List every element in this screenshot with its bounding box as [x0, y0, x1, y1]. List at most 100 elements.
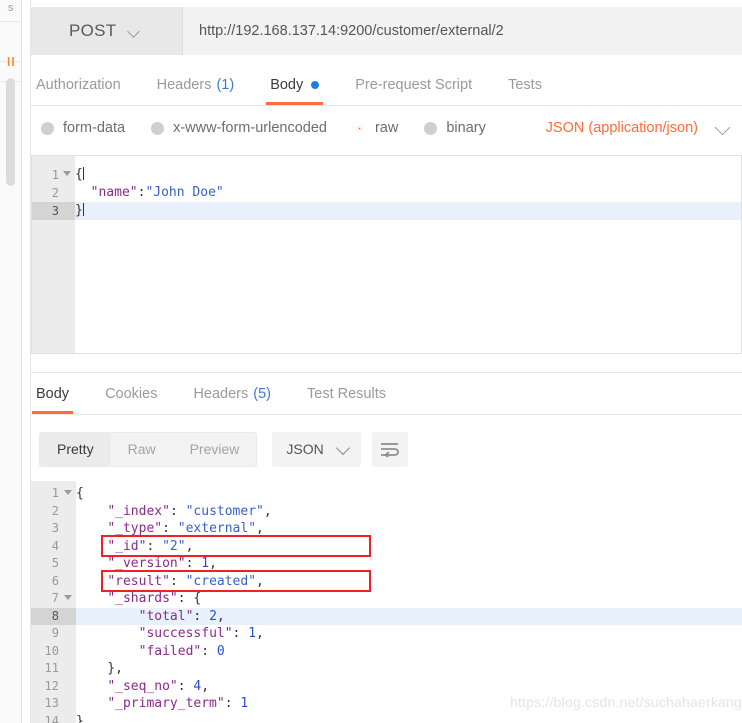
code-line[interactable]: "_shards": {: [76, 590, 742, 608]
tab-label: Pre-request Script: [355, 77, 473, 93]
method-selector[interactable]: POST: [31, 7, 183, 55]
text-cursor: [82, 167, 84, 180]
request-tabs: Authorization Headers (1) Body Pre-request S…: [31, 66, 742, 106]
code-token: },: [76, 661, 123, 676]
sidebar-divider: [22, 0, 31, 723]
code-line[interactable]: {: [75, 166, 741, 184]
code-token: :: [162, 521, 178, 536]
sidebar-fragment-top: s: [8, 2, 14, 14]
code-line[interactable]: "failed": 0: [76, 643, 742, 661]
unsaved-indicator-icon: [311, 81, 320, 89]
body-type-form-data[interactable]: form-data: [41, 120, 125, 136]
code-token: :: [232, 626, 249, 641]
url-input[interactable]: http://192.168.137.14:9200/customer/exte…: [183, 7, 742, 55]
request-tab-pre-request-script[interactable]: Pre-request Script: [355, 65, 472, 105]
code-token: 1: [201, 556, 210, 571]
body-type-x-www-form-urlencoded[interactable]: x-www-form-urlencoded: [151, 120, 327, 136]
request-tab-headers[interactable]: Headers (1): [157, 65, 235, 105]
url-bar: POST http://192.168.137.14:9200/customer…: [31, 7, 742, 55]
line-number: 1: [31, 485, 76, 503]
code-token: "John Doe": [145, 185, 224, 200]
code-token: "result": [107, 573, 170, 589]
code-token: "created": [185, 573, 257, 589]
code-line[interactable]: "name":"John Doe": [75, 184, 741, 202]
request-tab-tests[interactable]: Tests: [508, 65, 542, 105]
tab-label: Cookies: [105, 386, 158, 402]
line-number: 14: [44, 713, 59, 723]
tab-count: (1): [216, 77, 235, 93]
line-number: 8: [31, 607, 76, 625]
code-line[interactable]: "_type": "external",: [76, 520, 742, 538]
response-tab-test-results[interactable]: Test Results: [307, 374, 386, 414]
code-token: "_version": [107, 556, 186, 571]
code-token: }: [75, 203, 83, 218]
view-mode-pretty[interactable]: Pretty: [40, 432, 111, 466]
fold-arrow-icon[interactable]: [64, 595, 72, 600]
body-type-label: x-www-form-urlencoded: [173, 120, 327, 136]
body-type-raw[interactable]: raw: [352, 120, 398, 136]
code-line[interactable]: "_id": "2",: [76, 538, 742, 556]
sidebar-row-1[interactable]: s: [0, 0, 22, 22]
code-token: 1: [240, 696, 249, 711]
code-line[interactable]: }: [76, 713, 742, 723]
code-token: "customer": [185, 503, 264, 519]
code-line[interactable]: },: [76, 660, 742, 678]
response-tab-body[interactable]: Body: [31, 374, 74, 414]
sidebar-scrollbar[interactable]: [6, 78, 15, 186]
view-mode-preview[interactable]: Preview: [173, 433, 257, 466]
code-token: ,: [256, 626, 264, 641]
line-number: 1: [32, 166, 75, 184]
code-line[interactable]: "successful": 1,: [76, 625, 742, 643]
code-line[interactable]: "_seq_no": 4,: [76, 678, 742, 696]
response-format-selector[interactable]: JSON: [272, 431, 361, 467]
fold-arrow-icon[interactable]: [64, 490, 72, 495]
response-tab-headers[interactable]: Headers (5): [193, 374, 271, 414]
code-token: "_primary_term": [107, 696, 225, 711]
code-line[interactable]: "_index": "customer",: [76, 503, 742, 521]
chevron-down-icon: [129, 26, 140, 37]
tab-label: Test Results: [307, 386, 386, 402]
code-token: "_id": [107, 538, 147, 554]
sidebar-row-2[interactable]: ll: [0, 22, 22, 69]
code-line[interactable]: "result": "created",: [76, 573, 742, 591]
content-type-selector[interactable]: JSON (application/json): [546, 120, 698, 136]
method-label: POST: [69, 21, 117, 40]
code-line[interactable]: "total": 2,: [76, 607, 742, 625]
body-type-label: binary: [446, 120, 486, 136]
code-line[interactable]: }: [75, 202, 741, 220]
postman-window: s ll POST http://192.168.137.14:9200/cus…: [0, 0, 742, 723]
line-number: 3: [51, 521, 59, 535]
radio-icon: [352, 121, 366, 135]
radio-icon: [424, 121, 438, 135]
sidebar: s ll: [0, 0, 22, 723]
code-token: }: [76, 713, 84, 723]
chevron-down-icon[interactable]: [717, 122, 730, 135]
code-line[interactable]: "_version": 1,: [76, 555, 742, 573]
view-mode-raw[interactable]: Raw: [111, 433, 173, 466]
request-tab-authorization[interactable]: Authorization: [36, 65, 121, 105]
body-type-label: form-data: [63, 120, 126, 136]
request-body-editor[interactable]: 1{2 "name":"John Doe" 3}: [31, 155, 742, 354]
code-token: :: [146, 538, 163, 554]
code-token: :: [177, 678, 194, 694]
code-token: "total": [138, 608, 194, 624]
body-type-binary[interactable]: binary: [424, 120, 486, 136]
request-tab-body[interactable]: Body: [266, 65, 324, 105]
response-tab-cookies[interactable]: Cookies: [105, 374, 157, 414]
word-wrap-toggle[interactable]: [371, 431, 408, 467]
response-body-editor[interactable]: 1{2 "_index": "customer", 3 "_type": "ext…: [31, 481, 742, 723]
line-number: 4: [51, 538, 59, 553]
code-token: ,: [216, 608, 225, 624]
line-number: 11: [44, 661, 59, 675]
tab-label: Body: [270, 77, 304, 93]
code-line[interactable]: {: [76, 485, 742, 503]
fold-arrow-icon[interactable]: [63, 171, 71, 176]
line-number: 2: [51, 503, 59, 518]
